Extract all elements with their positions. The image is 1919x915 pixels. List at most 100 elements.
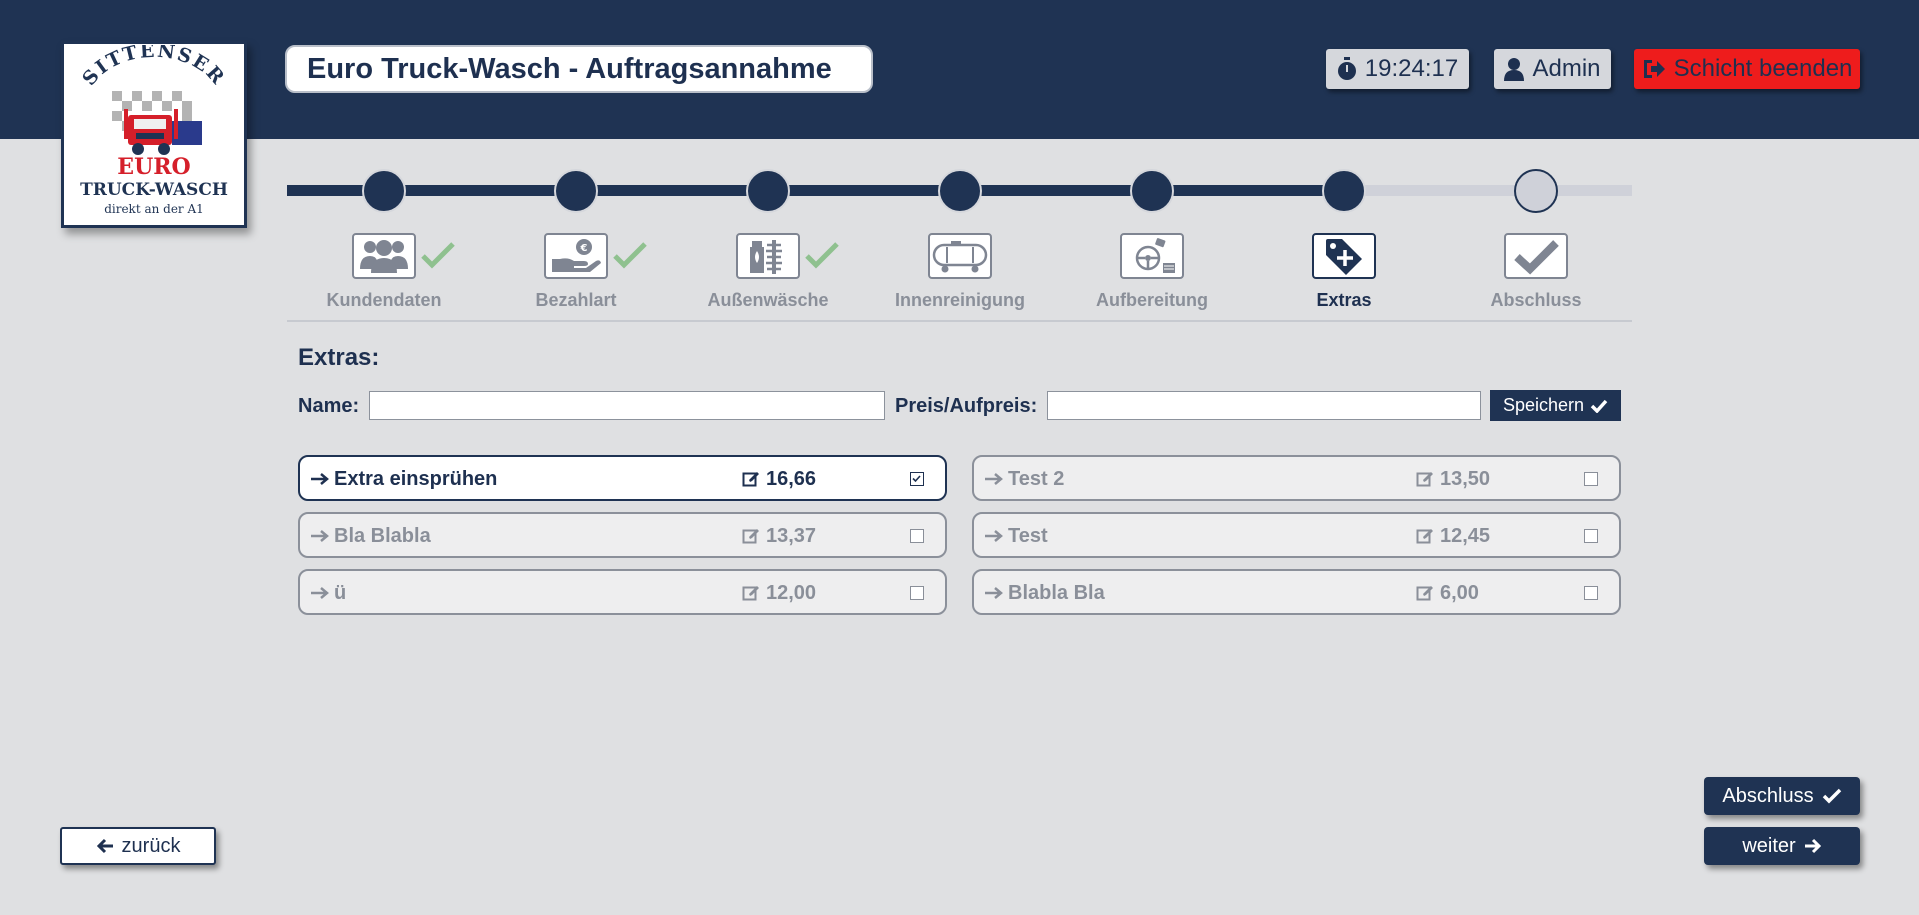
extra-checkbox[interactable] bbox=[1584, 586, 1598, 600]
step-dot-abschluss[interactable] bbox=[1514, 169, 1558, 213]
tag-plus-icon bbox=[1326, 239, 1362, 275]
interior-care-icon bbox=[1135, 238, 1175, 273]
edit-icon[interactable] bbox=[742, 527, 760, 551]
extra-price: 6,00 bbox=[1440, 582, 1479, 604]
edit-icon[interactable] bbox=[742, 584, 760, 608]
end-shift-button[interactable]: Schicht beenden bbox=[1634, 49, 1860, 89]
extra-checkbox[interactable] bbox=[1584, 529, 1598, 543]
extra-item[interactable]: Test 2 13,50 bbox=[972, 455, 1621, 501]
step-dot-extras[interactable] bbox=[1322, 169, 1366, 213]
users-icon bbox=[360, 240, 408, 273]
step-bezahlart[interactable]: € bbox=[544, 233, 608, 279]
edit-icon[interactable] bbox=[1416, 527, 1434, 551]
extra-name: Bla Blabla bbox=[334, 525, 431, 547]
step-aufbereitung[interactable] bbox=[1120, 233, 1184, 279]
extra-item[interactable]: Bla Blabla 13,37 bbox=[298, 512, 947, 558]
extra-price: 13,37 bbox=[766, 525, 817, 547]
name-input[interactable] bbox=[369, 391, 885, 420]
step-aussenwaesche[interactable] bbox=[736, 233, 800, 279]
extra-price: 12,45 bbox=[1440, 525, 1491, 547]
stopwatch-icon bbox=[1337, 57, 1356, 80]
back-button[interactable]: zurück bbox=[60, 827, 216, 865]
arrow-right-icon bbox=[984, 583, 1004, 606]
arrow-right-icon bbox=[310, 526, 330, 549]
logo-line-3: TRUCK-WASCH bbox=[80, 180, 228, 200]
company-logo: SITTENSER EURO TRUCK-WASCH direkt an der… bbox=[61, 41, 247, 228]
step-dot-aussenwaesche[interactable] bbox=[746, 169, 790, 213]
step-dot-innenreinigung[interactable] bbox=[938, 169, 982, 213]
next-label: weiter bbox=[1742, 834, 1796, 857]
extra-name: Test bbox=[1008, 525, 1048, 547]
extra-name: Test 2 bbox=[1008, 468, 1065, 490]
step-dot-kundendaten[interactable] bbox=[362, 169, 406, 213]
stepper-remaining bbox=[1344, 185, 1632, 196]
extra-name: Extra einsprühen bbox=[334, 468, 498, 490]
user-button[interactable]: Admin bbox=[1494, 49, 1611, 89]
extra-name: ü bbox=[334, 582, 347, 604]
step-extras[interactable] bbox=[1312, 233, 1376, 279]
price-label: Preis/Aufpreis: bbox=[895, 395, 1038, 417]
finish-button[interactable]: Abschluss bbox=[1704, 777, 1860, 815]
save-button[interactable]: Speichern bbox=[1490, 390, 1621, 421]
finish-label: Abschluss bbox=[1722, 784, 1814, 807]
logo-emblem: SITTENSER EURO TRUCK-WASCH direkt an der… bbox=[78, 45, 230, 216]
step-kundendaten[interactable] bbox=[352, 233, 416, 279]
arrow-right-icon bbox=[984, 526, 1004, 549]
user-icon bbox=[1504, 58, 1525, 81]
arrow-right-icon bbox=[310, 583, 330, 606]
step-label-extras: Extras bbox=[1316, 290, 1372, 310]
svg-text:SITTENSER: SITTENSER bbox=[78, 45, 230, 90]
step-label-bezahlart: Bezahlart bbox=[535, 290, 617, 310]
save-label: Speichern bbox=[1502, 395, 1585, 415]
extra-checkbox[interactable] bbox=[1584, 472, 1598, 486]
extra-item[interactable]: Extra einsprühen 16,66 bbox=[298, 455, 947, 501]
logo-line-4: direkt an der A1 bbox=[104, 202, 204, 216]
edit-icon[interactable] bbox=[1416, 584, 1434, 608]
step-label-kundendaten: Kundendaten bbox=[326, 290, 442, 310]
step-label-aussenwaesche: Außenwäsche bbox=[707, 290, 829, 310]
step-abschluss[interactable] bbox=[1504, 233, 1568, 279]
arrow-left-icon bbox=[96, 838, 113, 854]
arrow-right-icon bbox=[1804, 838, 1821, 854]
tanker-icon bbox=[932, 241, 988, 273]
arrow-right-icon bbox=[984, 469, 1004, 492]
exterior-wash-icon bbox=[750, 240, 782, 274]
back-label: zurück bbox=[121, 834, 181, 857]
name-label: Name: bbox=[298, 395, 360, 417]
shift-timer: 19:24:17 bbox=[1326, 49, 1469, 89]
check-icon bbox=[1822, 788, 1841, 804]
extra-price: 12,00 bbox=[766, 582, 817, 604]
extra-item[interactable]: Blabla Bla 6,00 bbox=[972, 569, 1621, 615]
step-bezahlart-done-icon bbox=[613, 242, 647, 269]
logo-line-1: SITTENSER bbox=[78, 45, 228, 90]
extras-title: Extras: bbox=[298, 344, 380, 371]
extra-name: Blabla Bla bbox=[1008, 582, 1105, 604]
next-button[interactable]: weiter bbox=[1704, 827, 1860, 865]
extra-checkbox[interactable] bbox=[910, 586, 924, 600]
extra-price: 16,66 bbox=[766, 468, 817, 490]
step-innenreinigung[interactable] bbox=[928, 233, 992, 279]
logo-line-2: EURO bbox=[117, 154, 190, 180]
stepper-divider bbox=[287, 320, 1632, 322]
step-kundendaten-done-icon bbox=[421, 242, 455, 269]
timer-value: 19:24:17 bbox=[1364, 55, 1459, 82]
page-title: Euro Truck-Wasch - Auftragsannahme bbox=[285, 45, 873, 93]
step-dot-bezahlart[interactable] bbox=[554, 169, 598, 213]
sign-out-icon bbox=[1643, 60, 1665, 78]
extra-checkbox[interactable] bbox=[910, 529, 924, 543]
step-aussenwaesche-done-icon bbox=[805, 242, 839, 269]
extra-item[interactable]: Test 12,45 bbox=[972, 512, 1621, 558]
step-dot-aufbereitung[interactable] bbox=[1130, 169, 1174, 213]
end-shift-label: Schicht beenden bbox=[1673, 55, 1853, 82]
step-label-innenreinigung: Innenreinigung bbox=[895, 290, 1025, 310]
stepper-progress bbox=[287, 185, 1344, 196]
user-name: Admin bbox=[1532, 55, 1601, 82]
hand-euro-icon: € bbox=[552, 239, 601, 272]
extra-price: 13,50 bbox=[1440, 468, 1491, 490]
edit-icon[interactable] bbox=[1416, 470, 1434, 494]
price-input[interactable] bbox=[1047, 391, 1481, 420]
svg-text:€: € bbox=[580, 243, 588, 254]
edit-icon[interactable] bbox=[742, 470, 760, 494]
extra-item[interactable]: ü 12,00 bbox=[298, 569, 947, 615]
extra-checkbox[interactable] bbox=[910, 472, 924, 486]
